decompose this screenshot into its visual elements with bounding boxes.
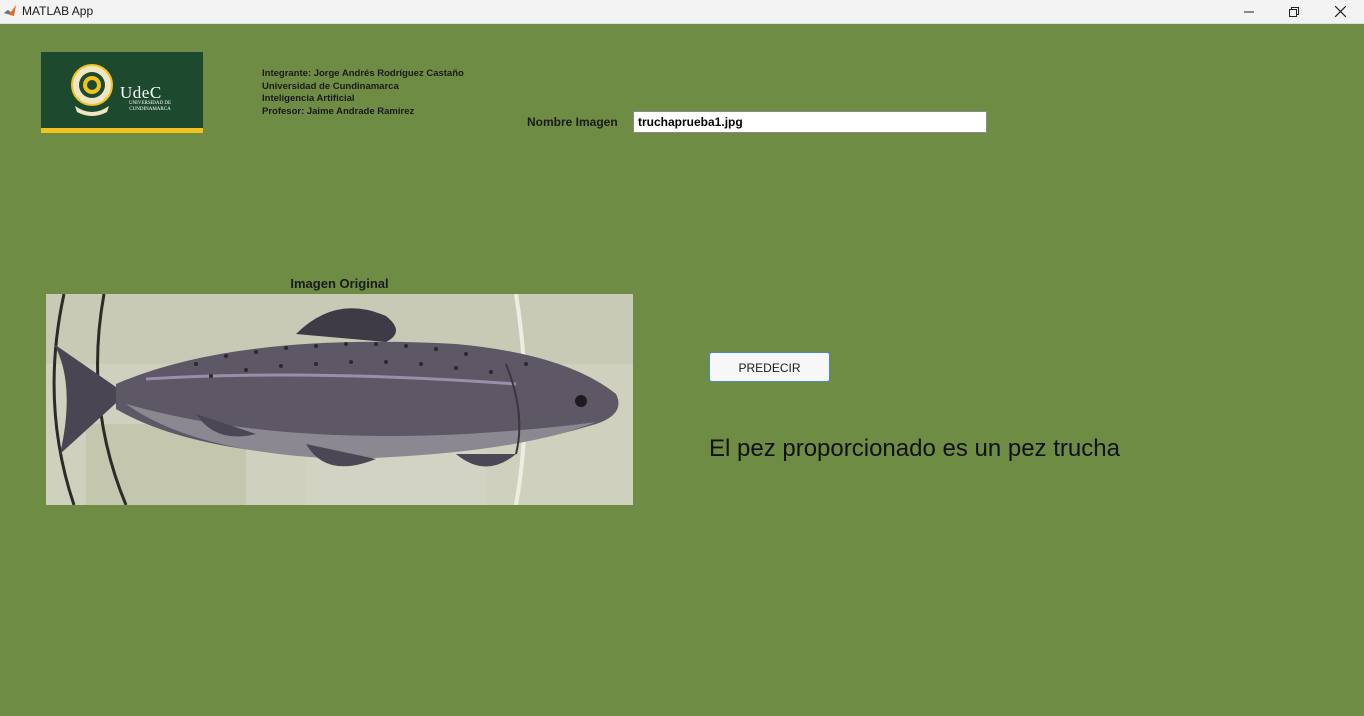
close-icon xyxy=(1334,6,1346,17)
image-name-field[interactable] xyxy=(633,111,987,133)
restore-button[interactable] xyxy=(1271,0,1317,23)
axes-title: Imagen Original xyxy=(290,276,389,291)
restore-icon xyxy=(1289,6,1299,17)
predict-button[interactable]: PREDECIR xyxy=(709,352,830,382)
info-line: Universidad de Cundinamarca xyxy=(262,80,399,92)
fish-image xyxy=(46,294,633,505)
image-name-label: Nombre Imagen xyxy=(527,115,618,129)
close-button[interactable] xyxy=(1317,0,1363,23)
info-line: Profesor: Jaime Andrade Ramirez xyxy=(262,105,415,117)
minimize-button[interactable] xyxy=(1226,0,1272,23)
university-logo: UdeC UNIVERSIDAD DE CUNDINAMARCA xyxy=(41,52,203,133)
logo-wordmark: UdeC xyxy=(120,83,162,102)
matlab-icon xyxy=(4,5,16,16)
info-block: Integrante: Jorge Andrés Rodríguez Casta… xyxy=(262,68,464,118)
window-title: MATLAB App xyxy=(22,4,94,18)
logo-subtitle: UNIVERSIDAD DE CUNDINAMARCA xyxy=(128,101,172,112)
info-line: Inteligencia Artificial xyxy=(262,93,355,104)
info-line: Integrante: Jorge Andrés Rodríguez Casta… xyxy=(262,68,464,79)
prediction-result: El pez proporcionado es un pez trucha xyxy=(709,435,1120,462)
minimize-icon xyxy=(1244,11,1254,12)
seal-icon xyxy=(71,64,113,116)
window-titlebar: MATLAB App xyxy=(0,0,1364,24)
